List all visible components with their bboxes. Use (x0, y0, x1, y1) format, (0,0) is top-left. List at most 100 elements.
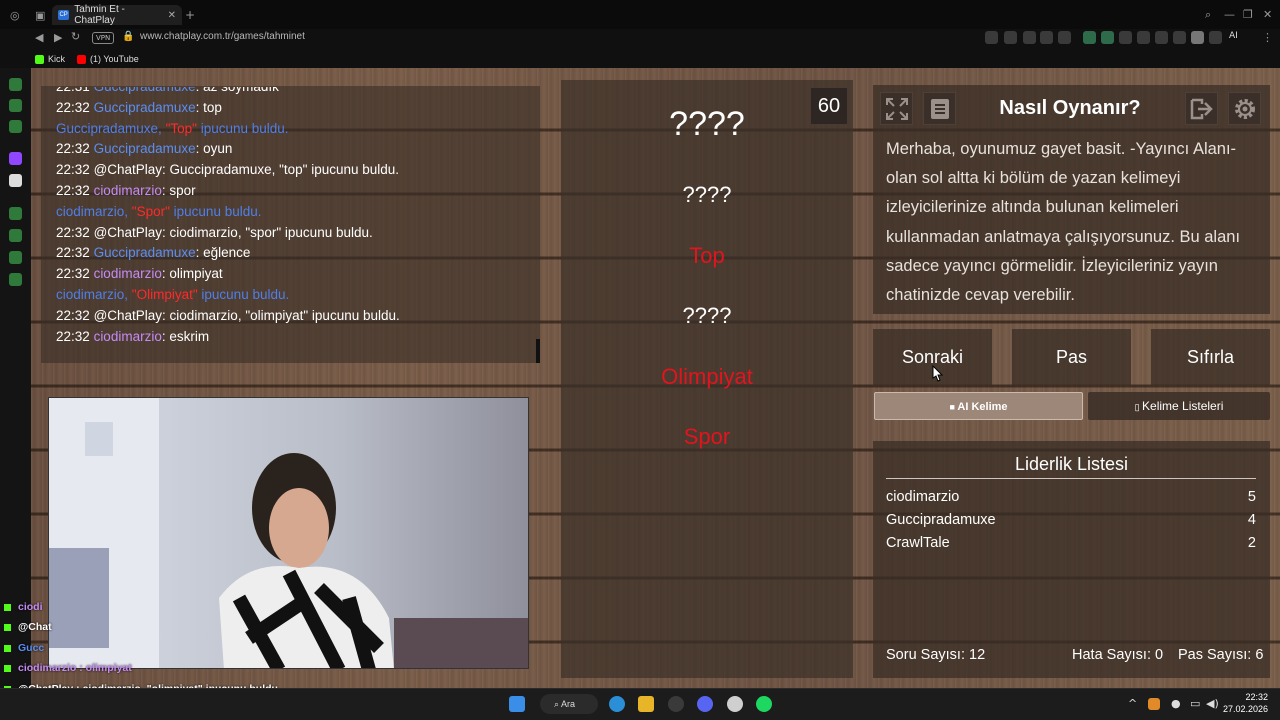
leaderboard-title: Liderlik Listesi (1014, 454, 1129, 474)
edge-icon[interactable] (609, 696, 625, 712)
player-score: 2 (1247, 535, 1256, 551)
fullscreen-button[interactable] (880, 92, 913, 125)
new-tab-icon[interactable]: + (185, 8, 195, 22)
chat-text: ipucunu buldu. (196, 120, 289, 136)
chat-username: @ChatPlay (93, 224, 163, 240)
overlay-chat-line: ciodi (18, 601, 43, 613)
bookmarks-bar (0, 51, 1280, 68)
extension-icon[interactable] (1173, 31, 1186, 44)
reset-button[interactable]: Sıfırla (1151, 329, 1270, 385)
extension-icon[interactable] (1040, 31, 1053, 44)
extension-icon[interactable] (1209, 31, 1222, 44)
forbidden-word: ???? (682, 182, 732, 207)
forbidden-word: Spor (683, 424, 731, 449)
browser-menu-dots-icon[interactable]: ⋮ (1262, 31, 1273, 44)
found-word: "Top" (165, 120, 197, 136)
search-icon[interactable]: ⌕ (1205, 8, 1211, 22)
sidebar-app-icon[interactable] (9, 273, 22, 286)
word-lists-label: Kelime Listeleri (1142, 399, 1224, 413)
bookmark-youtube[interactable]: (1) YouTube (77, 54, 139, 64)
settings-button[interactable] (1228, 92, 1261, 125)
ai-word-button[interactable]: ■ AI Kelime (874, 392, 1083, 420)
volume-icon[interactable]: ◀) (1206, 697, 1219, 710)
tray-chevron-icon[interactable]: ^ (1128, 697, 1137, 710)
extension-icon[interactable] (985, 31, 998, 44)
extension-icon[interactable] (1083, 31, 1096, 44)
bookmark-kick[interactable]: Kick (35, 54, 65, 64)
x-icon[interactable] (9, 174, 22, 187)
sidebar-app-icon[interactable] (9, 251, 22, 264)
tray-app-icon[interactable] (1148, 698, 1160, 710)
chat-message: 22:32 Guccipradamuxe: top (56, 100, 222, 115)
logout-button[interactable] (1185, 92, 1218, 125)
chat-message: ciodimarzio, "Spor" ipucunu buldu. (56, 204, 261, 219)
divider (886, 478, 1256, 479)
forbidden-word: Top (689, 243, 725, 268)
chat-message: 22:32 @ChatPlay: Guccipradamuxe, "top" i… (56, 162, 399, 177)
lock-icon[interactable]: 🔒 (122, 31, 134, 42)
chat-timestamp: 22:32 (56, 162, 90, 178)
forward-icon[interactable]: ▶ (54, 31, 62, 44)
extension-icon[interactable] (1101, 31, 1114, 44)
browser-tab[interactable]: CP Tahmin Et - ChatPlay ✕ (52, 4, 182, 26)
sidebar-app-icon[interactable] (9, 99, 22, 112)
player-name: ciodimarzio (886, 489, 960, 505)
close-tab-icon[interactable]: ✕ (168, 10, 176, 21)
taskbar-search[interactable]: ⌕ Ara (540, 694, 598, 714)
browser-menu-icon[interactable]: ◎ (10, 9, 20, 22)
reload-icon[interactable]: ↻ (71, 30, 80, 43)
sidebar-app-icon[interactable] (9, 207, 22, 220)
pass-count: Pas Sayısı: 6 (1178, 647, 1264, 663)
expand-icon (885, 97, 908, 120)
webcam-feed (48, 397, 529, 669)
chat-text: : olimpiyat (161, 266, 223, 282)
back-icon[interactable]: ◀ (35, 31, 43, 44)
extension-icon[interactable] (1119, 31, 1132, 44)
workspaces-icon[interactable]: ▣ (35, 9, 45, 22)
chat-text: : eğlence (195, 245, 251, 261)
chat-username: Guccipradamuxe, (56, 120, 162, 136)
close-window-icon[interactable]: ✕ (1263, 8, 1272, 21)
word-lists-button[interactable]: ▯ Kelime Listeleri (1088, 392, 1270, 420)
extension-icon[interactable] (1004, 31, 1017, 44)
exit-icon (1190, 98, 1213, 119)
system-clock[interactable]: 22:32 27.02.2026 (1223, 691, 1268, 715)
microphone-icon[interactable]: ● (1171, 697, 1181, 710)
extension-icon[interactable] (1023, 31, 1036, 44)
spotify-icon[interactable] (756, 696, 772, 712)
twitch-icon[interactable] (9, 152, 22, 165)
maximize-icon[interactable]: ❐ (1243, 8, 1253, 21)
ai-label[interactable]: AI (1229, 31, 1238, 41)
windows-start-icon[interactable] (509, 696, 525, 712)
display-icon[interactable]: ▭ (1190, 697, 1200, 710)
file-explorer-icon[interactable] (638, 696, 654, 712)
player-score: 4 (1247, 512, 1256, 528)
vpn-badge[interactable]: VPN (92, 32, 115, 44)
discord-icon[interactable] (697, 696, 713, 712)
chat-text: : oyun (195, 141, 233, 157)
chat-scrollbar[interactable] (536, 339, 540, 363)
sidebar-app-icon[interactable] (9, 78, 22, 91)
chat-username: ciodimarzio, (56, 287, 129, 302)
extension-icon[interactable] (1155, 31, 1168, 44)
url-input[interactable]: www.chatplay.com.tr/games/tahminet (140, 31, 305, 42)
player-name: Guccipradamuxe (886, 512, 996, 528)
app-icon[interactable] (727, 696, 743, 712)
bookmark-label: Kick (48, 54, 66, 64)
found-word: "Spor" (131, 203, 170, 219)
chat-username: ciodimarzio, (56, 203, 129, 219)
minimize-icon[interactable]: — (1224, 8, 1235, 21)
extension-icon[interactable] (1137, 31, 1150, 44)
leaderboard-panel (873, 441, 1270, 678)
clipboard-icon: ▯ (1134, 402, 1143, 412)
pass-button[interactable]: Pas (1012, 329, 1131, 385)
sidebar-app-icon[interactable] (9, 120, 22, 133)
extension-icon[interactable] (1058, 31, 1071, 44)
howto-title: Nasıl Oynanır? (999, 97, 1141, 119)
profile-avatar[interactable] (1191, 31, 1204, 44)
browser-icon[interactable] (668, 696, 684, 712)
rules-button[interactable] (923, 92, 956, 125)
chat-timestamp: 22:32 (56, 141, 90, 157)
player-name: CrawlTale (886, 535, 950, 551)
sidebar-app-icon[interactable] (9, 229, 22, 242)
